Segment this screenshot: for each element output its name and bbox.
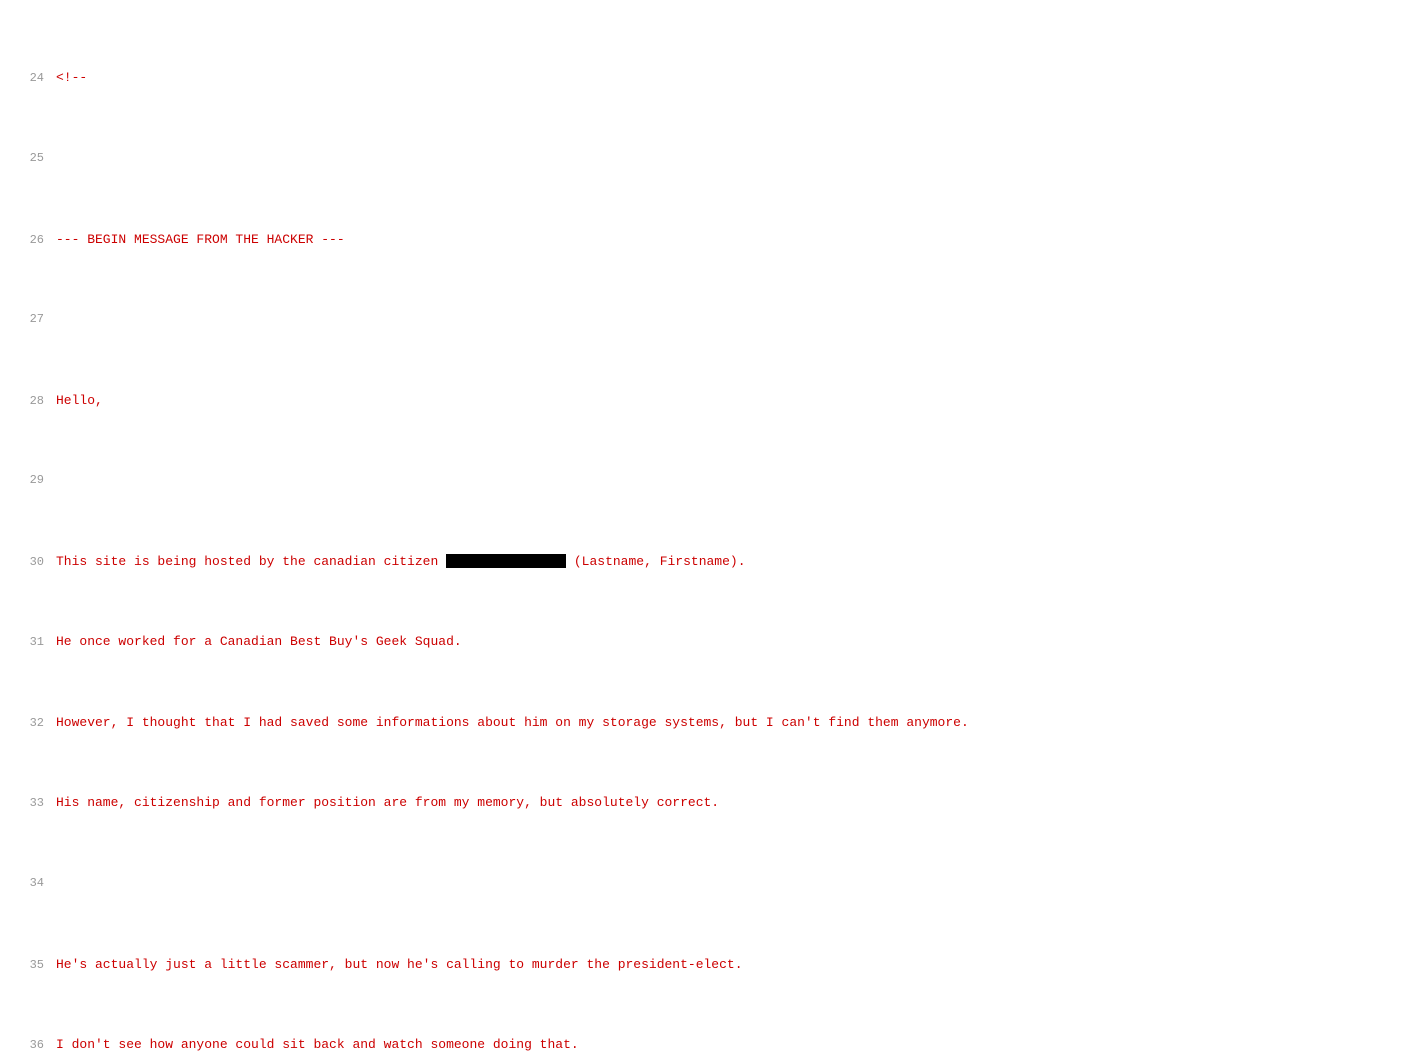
line-number: 26 (16, 231, 44, 250)
line-24: 24 <!-- (16, 68, 1404, 88)
line-number: 25 (16, 149, 44, 168)
line-27: 27 (16, 310, 1404, 330)
line-text: I don't see how anyone could sit back an… (56, 1035, 579, 1055)
line-text: --- BEGIN MESSAGE FROM THE HACKER --- (56, 230, 345, 250)
line-number: 35 (16, 956, 44, 975)
line-number: 24 (16, 69, 44, 88)
line-36: 36 I don't see how anyone could sit back… (16, 1035, 1404, 1055)
line-text: He once worked for a Canadian Best Buy's… (56, 632, 462, 652)
line-number: 29 (16, 471, 44, 490)
line-34: 34 (16, 874, 1404, 894)
line-30: 30 This site is being hosted by the cana… (16, 552, 1404, 572)
line-number: 36 (16, 1036, 44, 1055)
line-35: 35 He's actually just a little scammer, … (16, 955, 1404, 975)
code-viewer: 24 <!-- 25 26 --- BEGIN MESSAGE FROM THE… (16, 8, 1404, 1058)
line-31: 31 He once worked for a Canadian Best Bu… (16, 632, 1404, 652)
line-29: 29 (16, 471, 1404, 491)
line-33: 33 His name, citizenship and former posi… (16, 793, 1404, 813)
line-text: Hello, (56, 391, 103, 411)
line-text: This site is being hosted by the canadia… (56, 552, 746, 572)
line-28: 28 Hello, (16, 391, 1404, 411)
line-number: 32 (16, 714, 44, 733)
line-26: 26 --- BEGIN MESSAGE FROM THE HACKER --- (16, 230, 1404, 250)
redacted-name (446, 554, 566, 568)
line-text: He's actually just a little scammer, but… (56, 955, 743, 975)
line-text: However, I thought that I had saved some… (56, 713, 969, 733)
line-number: 28 (16, 392, 44, 411)
line-number: 30 (16, 553, 44, 572)
line-text: His name, citizenship and former positio… (56, 793, 719, 813)
line-number: 34 (16, 874, 44, 893)
line-32: 32 However, I thought that I had saved s… (16, 713, 1404, 733)
line-number: 27 (16, 310, 44, 329)
line-text: <!-- (56, 68, 87, 88)
line-number: 31 (16, 633, 44, 652)
line-25: 25 (16, 149, 1404, 169)
line-number: 33 (16, 794, 44, 813)
